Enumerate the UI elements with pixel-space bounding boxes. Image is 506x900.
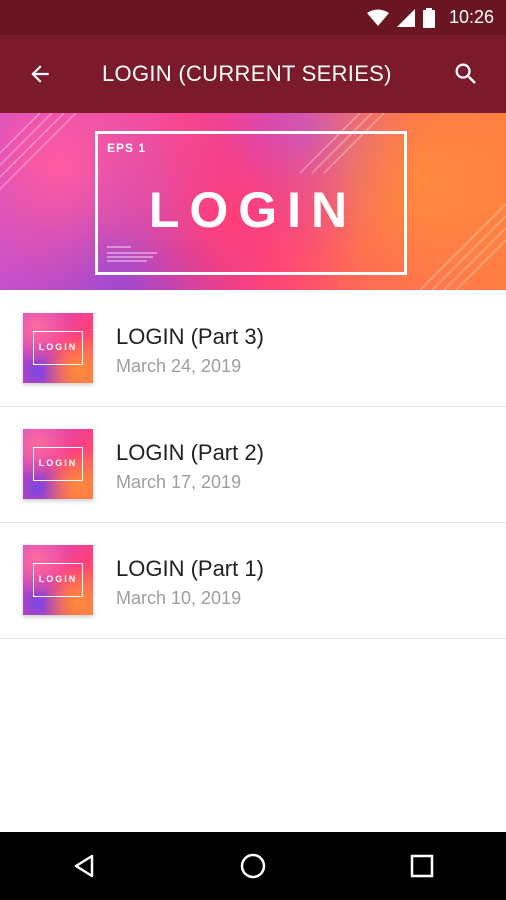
square-recents-icon [410, 854, 433, 878]
arrow-back-icon [31, 65, 49, 83]
nav-recents-button[interactable] [382, 832, 462, 900]
episode-date: March 17, 2019 [116, 472, 242, 492]
system-nav-bar [0, 832, 506, 900]
episode-thumbnail: LOGIN [23, 429, 93, 499]
episode-title: LOGIN (Part 3) [116, 324, 264, 349]
episode-title: LOGIN (Part 1) [116, 556, 264, 581]
series-banner: EPS 1 LOGIN [0, 113, 506, 290]
wifi-icon [366, 9, 389, 26]
episode-thumbnail: LOGIN [23, 545, 93, 615]
thumbnail-label: LOGIN [38, 574, 78, 584]
search-icon [455, 63, 476, 84]
banner-title: LOGIN [148, 182, 358, 238]
circle-home-icon [240, 853, 266, 879]
banner-fine-print [107, 246, 157, 262]
episode-list: LOGIN LOGIN (Part 3) March 24, 2019 LOGI… [0, 291, 506, 639]
episode-thumbnail: LOGIN [23, 313, 93, 383]
app-bar: LOGIN (CURRENT SERIES) [0, 35, 506, 113]
episode-label: EPS 1 [107, 141, 147, 155]
page-title: LOGIN (CURRENT SERIES) [102, 61, 392, 86]
battery-icon [422, 7, 435, 28]
triangle-back-icon [75, 854, 94, 878]
list-item[interactable]: LOGIN LOGIN (Part 1) March 10, 2019 [0, 523, 506, 639]
thumbnail-label: LOGIN [38, 458, 78, 468]
search-button[interactable] [426, 35, 506, 113]
cell-signal-icon [396, 8, 415, 27]
thumbnail-label: LOGIN [38, 342, 78, 352]
status-bar: 10:26 [0, 0, 506, 35]
list-item[interactable]: LOGIN LOGIN (Part 2) March 17, 2019 [0, 407, 506, 523]
back-button[interactable] [0, 35, 80, 113]
nav-back-button[interactable] [44, 832, 124, 900]
list-item[interactable]: LOGIN LOGIN (Part 3) March 24, 2019 [0, 291, 506, 407]
episode-date: March 10, 2019 [116, 588, 242, 608]
nav-home-button[interactable] [213, 832, 293, 900]
episode-date: March 24, 2019 [116, 356, 242, 376]
episode-title: LOGIN (Part 2) [116, 440, 264, 465]
status-time: 10:26 [448, 7, 494, 27]
